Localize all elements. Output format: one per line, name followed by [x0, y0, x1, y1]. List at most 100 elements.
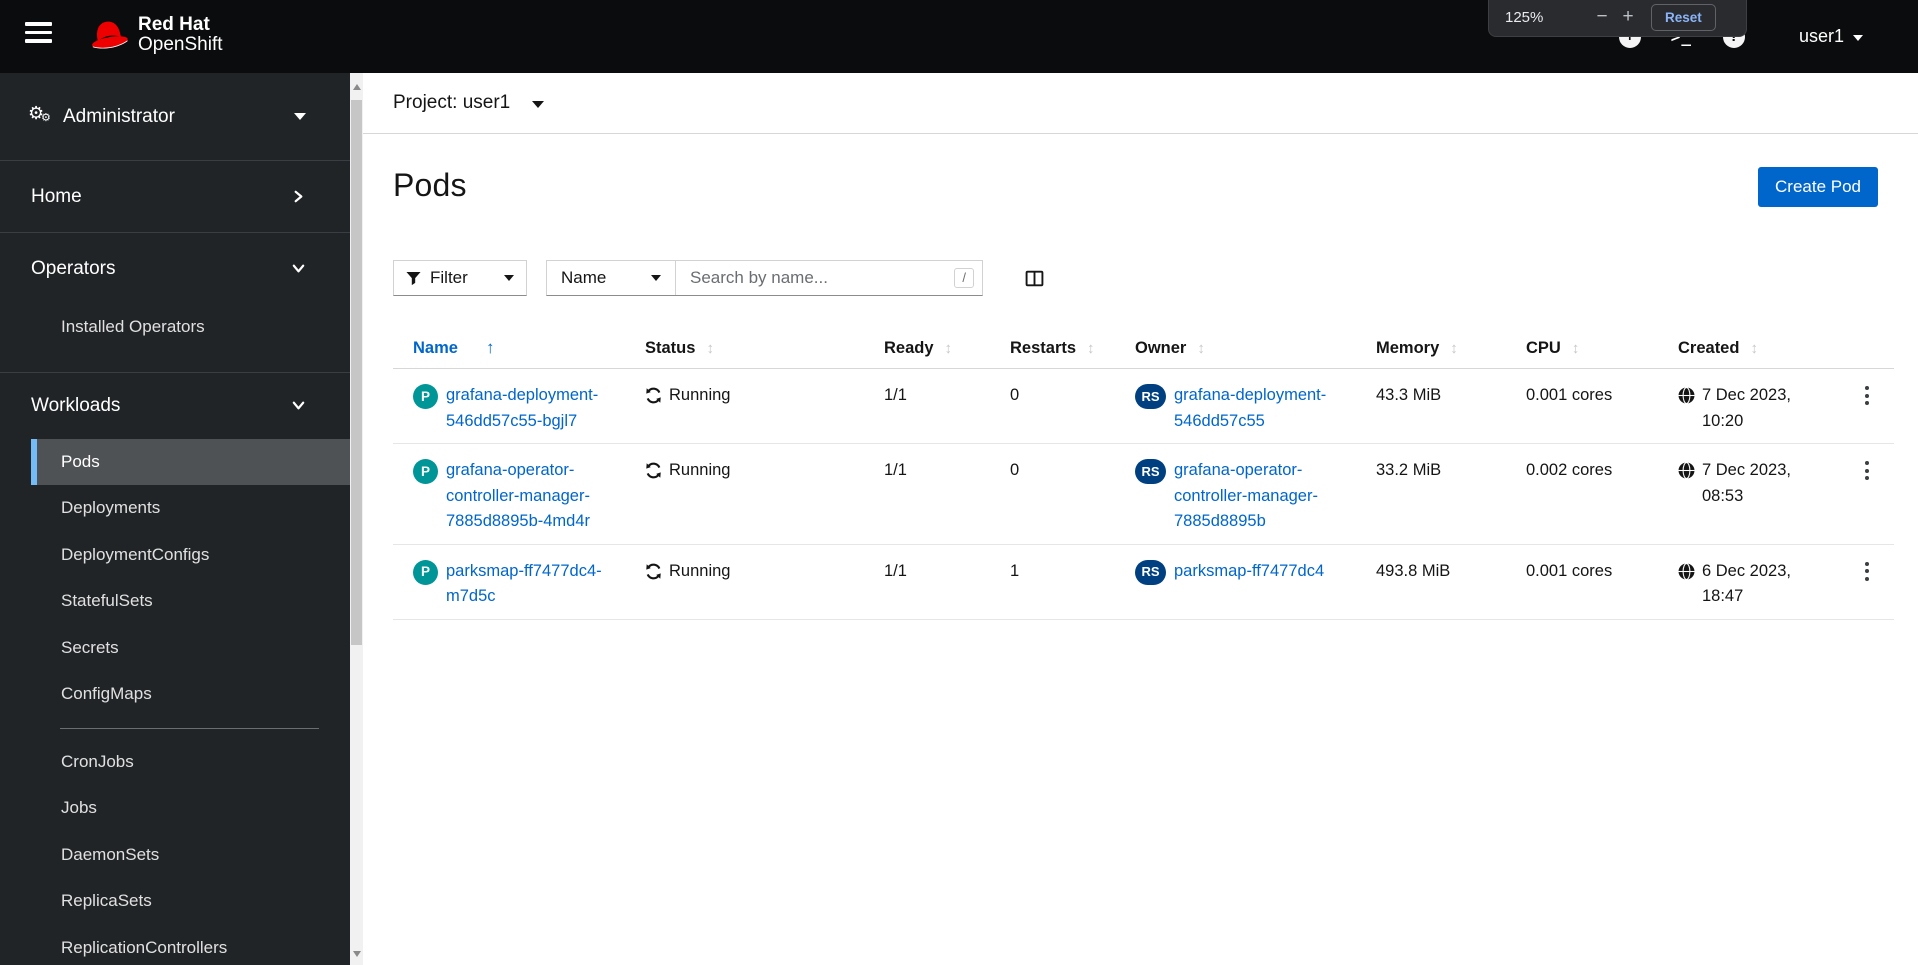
- list-toolbar: Filter Name /: [393, 260, 1918, 296]
- user-menu[interactable]: user1: [1799, 26, 1863, 47]
- sync-running-icon: [646, 563, 661, 579]
- sort-icon[interactable]: ↕: [1572, 340, 1580, 357]
- column-header-ready[interactable]: Ready ↕: [884, 330, 1010, 368]
- pod-link[interactable]: grafana-deployment-546dd57c55-bgjl7: [446, 383, 616, 434]
- sidebar-item-replicationcontrollers[interactable]: ReplicationControllers: [31, 925, 350, 965]
- user-menu-label: user1: [1798, 26, 1844, 46]
- sort-icon[interactable]: ↕: [1450, 340, 1458, 357]
- sidebar-item-configmaps[interactable]: ConfigMaps: [31, 671, 350, 718]
- scrollbar-thumb[interactable]: [351, 100, 362, 645]
- search-type-label: Name: [561, 268, 607, 287]
- sidebar-item-replicasets[interactable]: ReplicaSets: [31, 878, 350, 925]
- create-pod-button[interactable]: Create Pod: [1758, 167, 1878, 207]
- sidebar-item-jobs[interactable]: Jobs: [31, 785, 350, 832]
- redhat-fedora-icon: [92, 21, 128, 49]
- content-scrollbar[interactable]: [350, 73, 363, 965]
- sidebar-item-installed-operators[interactable]: Installed Operators: [31, 304, 350, 351]
- perspective-label: Administrator: [63, 105, 175, 127]
- sidebar-item-workloads[interactable]: Workloads: [0, 373, 350, 439]
- sidebar-item-deployments[interactable]: Deployments: [31, 485, 350, 532]
- column-header-status[interactable]: Status ↕: [645, 330, 884, 368]
- hamburger-menu-icon[interactable]: [25, 22, 52, 43]
- gears-icon: ⚙ ⚙: [28, 102, 51, 124]
- search-group: Name /: [546, 260, 983, 296]
- sidebar-item-statefulsets[interactable]: StatefulSets: [31, 578, 350, 625]
- brand-line2: OpenShift: [138, 34, 223, 55]
- page-title: Pods: [393, 167, 467, 203]
- sort-ascending-icon[interactable]: ↑: [486, 338, 495, 358]
- sidebar-item-operators[interactable]: Operators: [0, 233, 350, 304]
- created-cell: 6 Dec 2023, 18:47: [1678, 545, 1840, 619]
- cpu-cell: 0.001 cores: [1526, 561, 1613, 580]
- filter-dropdown[interactable]: Filter: [393, 260, 527, 296]
- column-header-created[interactable]: Created ↕: [1678, 330, 1840, 368]
- kebab-menu-button[interactable]: [1840, 444, 1894, 544]
- status-cell: Running: [645, 545, 884, 619]
- column-header-memory[interactable]: Memory ↕: [1376, 330, 1526, 368]
- column-header-restarts[interactable]: Restarts ↕: [1010, 330, 1135, 368]
- sidebar-item-secrets[interactable]: Secrets: [31, 625, 350, 672]
- pod-link[interactable]: grafana-operator-controller-manager-7885…: [446, 458, 616, 535]
- sidebar-item-cronjobs[interactable]: CronJobs: [31, 739, 350, 786]
- sort-icon[interactable]: ↕: [1750, 340, 1758, 357]
- sidebar-item-home[interactable]: Home: [0, 161, 350, 232]
- caret-down-icon: [504, 275, 514, 281]
- replicaset-badge: RS: [1135, 459, 1166, 484]
- column-header-cpu[interactable]: CPU ↕: [1526, 330, 1678, 368]
- sidebar-item-label: Workloads: [31, 394, 121, 416]
- redhat-openshift-logo[interactable]: Red Hat OpenShift: [88, 14, 223, 56]
- restarts-cell: 0: [1010, 461, 1020, 479]
- page-header: Pods Create Pod: [393, 167, 1878, 208]
- sort-icon[interactable]: ↕: [706, 340, 714, 357]
- name-cell: P parksmap-ff7477dc4-m7d5c: [393, 545, 645, 619]
- status-cell: Running: [645, 444, 884, 544]
- project-bar: Project: user1: [363, 73, 1918, 134]
- globe-icon: [1678, 462, 1695, 479]
- owner-link[interactable]: grafana-deployment-546dd57c55: [1174, 383, 1354, 434]
- status-cell: Running: [645, 369, 884, 443]
- owner-link[interactable]: parksmap-ff7477dc4: [1174, 559, 1324, 585]
- project-selector[interactable]: Project: user1: [393, 92, 545, 114]
- caret-down-icon: [651, 275, 661, 281]
- status-text: Running: [669, 386, 731, 404]
- search-type-dropdown[interactable]: Name: [547, 261, 676, 295]
- column-header-name[interactable]: Name ↑: [393, 330, 645, 368]
- created-timestamp: 7 Dec 2023, 10:20: [1702, 386, 1791, 430]
- zoom-reset-button[interactable]: Reset: [1651, 3, 1716, 31]
- perspective-switcher[interactable]: ⚙ ⚙ Administrator: [0, 73, 350, 160]
- sort-icon[interactable]: ↕: [945, 340, 953, 357]
- browser-zoom-popup: 125% − + Reset: [1488, 0, 1747, 37]
- globe-icon: [1678, 387, 1695, 404]
- search-input[interactable]: [690, 268, 955, 288]
- sidebar-item-pods[interactable]: Pods: [31, 438, 350, 485]
- scrollbar-down-arrow[interactable]: [350, 946, 363, 961]
- filter-dropdown-label: Filter: [430, 268, 468, 287]
- search-box: /: [676, 261, 982, 295]
- caret-down-icon: [294, 113, 306, 120]
- kebab-menu-button[interactable]: [1840, 545, 1894, 619]
- zoom-level: 125%: [1505, 8, 1544, 26]
- zoom-out-button[interactable]: −: [1589, 6, 1615, 28]
- column-header-owner[interactable]: Owner ↕: [1135, 330, 1376, 368]
- kebab-menu-button[interactable]: [1840, 369, 1894, 443]
- memory-cell: 33.2 MiB: [1376, 461, 1442, 479]
- name-cell: P grafana-deployment-546dd57c55-bgjl7: [393, 369, 645, 443]
- table-row: P grafana-deployment-546dd57c55-bgjl7 Ru…: [393, 369, 1894, 444]
- table-row: P grafana-operator-controller-manager-78…: [393, 444, 1894, 545]
- filter-funnel-icon: [406, 271, 421, 285]
- owner-cell: RS parksmap-ff7477dc4: [1135, 545, 1376, 619]
- sidebar-item-daemonsets[interactable]: DaemonSets: [31, 832, 350, 879]
- pods-table: Name ↑ Status ↕ Ready ↕ Restarts ↕ Owner…: [393, 330, 1894, 620]
- scrollbar-up-arrow[interactable]: [350, 79, 363, 94]
- column-management-button[interactable]: [1025, 269, 1044, 288]
- project-selector-label: Project: user1: [393, 92, 511, 113]
- zoom-in-button[interactable]: +: [1615, 6, 1641, 28]
- pod-link[interactable]: parksmap-ff7477dc4-m7d5c: [446, 559, 616, 610]
- chevron-down-icon: [292, 264, 305, 273]
- sync-running-icon: [646, 462, 661, 479]
- sidebar-item-deploymentconfigs[interactable]: DeploymentConfigs: [31, 532, 350, 579]
- table-row: P parksmap-ff7477dc4-m7d5c Running 1/1 1…: [393, 545, 1894, 620]
- sort-icon[interactable]: ↕: [1197, 340, 1205, 357]
- owner-link[interactable]: grafana-operator-controller-manager-7885…: [1174, 458, 1354, 535]
- sort-icon[interactable]: ↕: [1087, 340, 1095, 357]
